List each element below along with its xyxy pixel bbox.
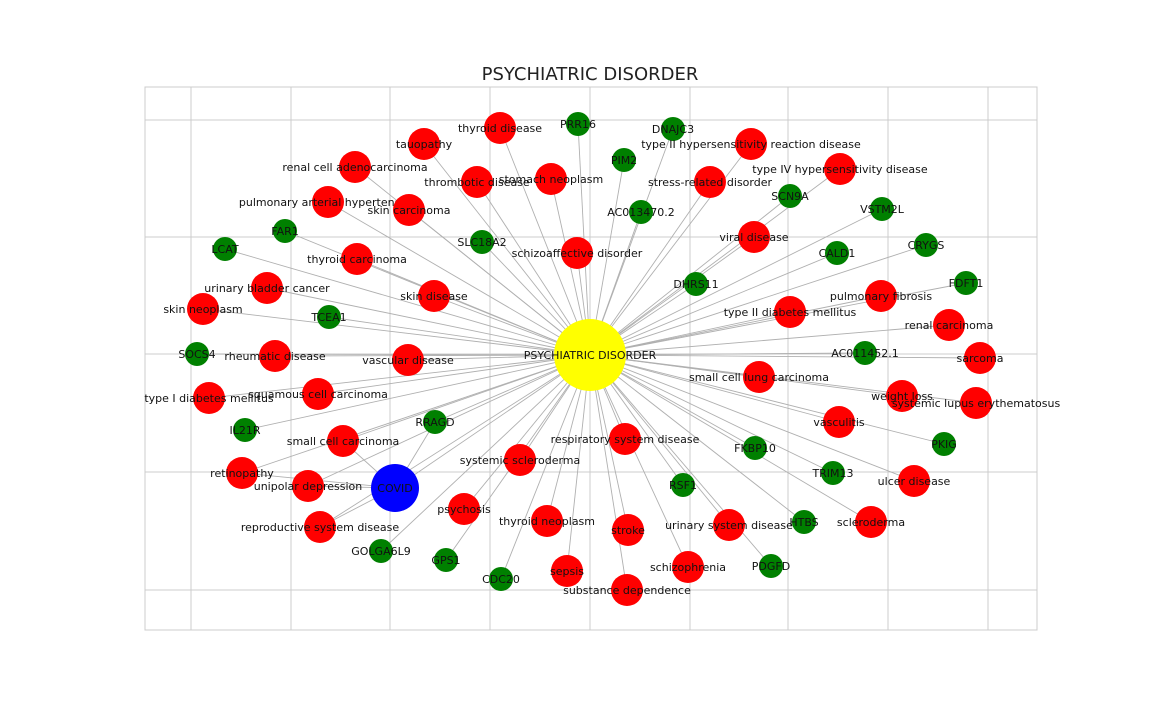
gene-node-label: TCEA1 bbox=[310, 311, 346, 324]
disease-node-label: scleroderma bbox=[837, 516, 905, 529]
gene-node-label: VSTM2L bbox=[860, 203, 905, 216]
disease-node-label: skin carcinoma bbox=[368, 204, 451, 217]
disease-node-label: systemic lupus erythematosus bbox=[892, 397, 1061, 410]
disease-node-label: renal carcinoma bbox=[905, 319, 994, 332]
disease-node-label: rheumatic disease bbox=[224, 350, 325, 363]
gene-node-label: RSF1 bbox=[669, 479, 697, 492]
gene-node-label: PIM2 bbox=[611, 154, 637, 167]
gene-node-label: RRAGD bbox=[415, 416, 454, 429]
gene-node-label: TRIM13 bbox=[811, 467, 853, 480]
disease-node-label: stress-related disorder bbox=[648, 176, 773, 189]
disease-node-label: squamous cell carcinoma bbox=[248, 388, 388, 401]
network-diagram: PSYCHIATRIC DISORDER PRR16 DNAJC3 PIM2 AC01… bbox=[0, 0, 1152, 720]
covid-node-label: COVID bbox=[377, 482, 412, 495]
disease-node-label: small cell carcinoma bbox=[287, 435, 400, 448]
disease-node-label: substance dependence bbox=[563, 584, 691, 597]
gene-node-label: AC011452.1 bbox=[831, 347, 899, 360]
disease-node-label: thyroid carcinoma bbox=[307, 253, 407, 266]
gene-node-label: HTBS bbox=[789, 516, 818, 529]
gene-node-label: GOLGA6L9 bbox=[351, 545, 411, 558]
gene-node-label: FDFT1 bbox=[949, 277, 984, 290]
disease-node-label: sarcoma bbox=[957, 352, 1004, 365]
disease-node-label: stroke bbox=[611, 524, 645, 537]
disease-node-label: psychosis bbox=[437, 503, 491, 516]
disease-node-label: type II hypersensitivity reaction diseas… bbox=[641, 138, 861, 151]
disease-node-label: small cell lung carcinoma bbox=[689, 371, 829, 384]
disease-node-label: skin neoplasm bbox=[163, 303, 242, 316]
network-svg: PSYCHIATRIC DISORDER PRR16 DNAJC3 PIM2 AC01… bbox=[144, 64, 1061, 631]
disease-node-label: viral disease bbox=[719, 231, 788, 244]
disease-node-label: stomach neoplasm bbox=[499, 173, 603, 186]
gene-node-label: FKBP10 bbox=[734, 442, 776, 455]
gene-node-label: SOCS4 bbox=[178, 348, 215, 361]
gene-node-label: DNAJC3 bbox=[652, 123, 694, 136]
disease-node-label: pulmonary fibrosis bbox=[830, 290, 932, 303]
diagram-title: PSYCHIATRIC DISORDER bbox=[482, 64, 699, 85]
gene-node-label: CDC20 bbox=[482, 573, 520, 586]
disease-node-label: systemic scleroderma bbox=[460, 454, 581, 467]
gene-node-label: IL21R bbox=[229, 424, 260, 437]
disease-node-label: ulcer disease bbox=[878, 475, 951, 488]
gene-node-label: LCAT bbox=[211, 243, 238, 256]
disease-node-label: renal cell adenocarcinoma bbox=[282, 161, 427, 174]
disease-node-label: sepsis bbox=[550, 565, 584, 578]
gene-node-label: SCN9A bbox=[771, 190, 809, 203]
disease-node-label: urinary bladder cancer bbox=[204, 282, 330, 295]
gene-node-label: CALD1 bbox=[819, 247, 856, 260]
disease-node-label: skin disease bbox=[400, 290, 468, 303]
disease-node-label: type IV hypersensitivity disease bbox=[752, 163, 928, 176]
disease-node-label: retinopathy bbox=[210, 467, 274, 480]
gene-node-label: AC013470.2 bbox=[607, 206, 675, 219]
disease-node-label: schizoaffective disorder bbox=[512, 247, 643, 260]
gene-node-label: SLC18A2 bbox=[457, 236, 506, 249]
disease-node-label: thyroid disease bbox=[458, 122, 542, 135]
gene-node-label: FAR1 bbox=[271, 225, 298, 238]
disease-node-label: respiratory system disease bbox=[551, 433, 700, 446]
disease-node-label: reproductive system disease bbox=[241, 521, 399, 534]
disease-node-label: type II diabetes mellitus bbox=[724, 306, 857, 319]
gene-node-label: PRR16 bbox=[560, 118, 596, 131]
disease-node-label: urinary system disease bbox=[665, 519, 793, 532]
disease-node-label: vascular disease bbox=[362, 354, 454, 367]
disease-node-label: unipolar depression bbox=[254, 480, 363, 493]
gene-node-label: GPS1 bbox=[431, 554, 460, 567]
gene-node-label: PKIG bbox=[931, 438, 957, 451]
disease-node-label: vasculitis bbox=[813, 416, 864, 429]
disease-node-label: tauopathy bbox=[396, 138, 453, 151]
gene-node-label: DHRS11 bbox=[673, 278, 718, 291]
disease-node-label: schizophrenia bbox=[650, 561, 726, 574]
covid-node-covid: COVID bbox=[371, 464, 419, 512]
gene-node-label: CRYGS bbox=[908, 239, 945, 252]
gene-node-label: PDGFD bbox=[752, 560, 790, 573]
center-node-label: PSYCHIATRIC DISORDER bbox=[524, 349, 657, 362]
disease-node-label: thyroid neoplasm bbox=[499, 515, 595, 528]
